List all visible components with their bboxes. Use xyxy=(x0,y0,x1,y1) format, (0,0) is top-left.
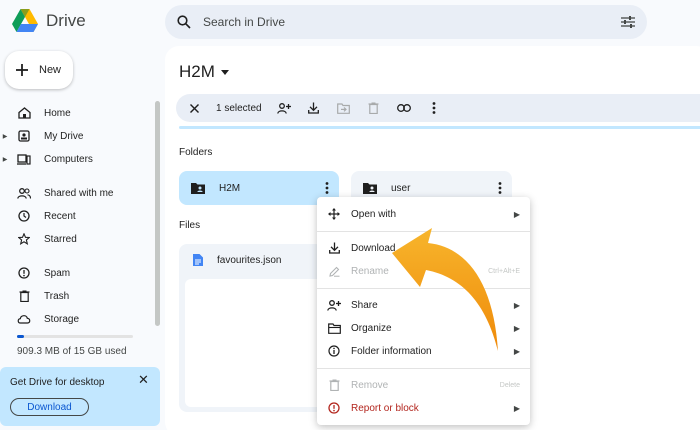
sidebar-item-label: Computers xyxy=(44,153,93,165)
sidebar-item-home[interactable]: Home xyxy=(0,102,150,124)
download-desktop-button[interactable]: Download xyxy=(10,398,89,416)
page-title[interactable]: H2M xyxy=(179,62,229,82)
share-icon[interactable] xyxy=(276,102,292,114)
selection-toolbar: 1 selected xyxy=(176,94,700,122)
trash-icon[interactable] xyxy=(366,102,382,114)
trash-icon xyxy=(16,290,32,302)
sidebar-item-label: Starred xyxy=(44,233,77,245)
close-icon[interactable]: ✕ xyxy=(138,372,149,388)
shared-folder-icon xyxy=(191,183,205,194)
expand-arrow-icon[interactable]: ▶ xyxy=(0,133,10,140)
sidebar-item-label: My Drive xyxy=(44,130,84,142)
sidebar-item-shared[interactable]: Shared with me xyxy=(0,182,150,204)
more-vert-icon[interactable] xyxy=(325,182,329,194)
sidebar-item-label: Trash xyxy=(44,290,70,302)
menu-item-shortcut: Delete xyxy=(499,381,520,389)
annotation-arrow-icon xyxy=(392,228,498,351)
star-icon xyxy=(16,233,32,245)
sidebar-item-label: Recent xyxy=(44,210,76,222)
expand-arrow-icon[interactable]: ▶ xyxy=(0,156,10,163)
home-icon xyxy=(16,107,32,119)
trash-icon xyxy=(327,379,341,391)
app-name: Drive xyxy=(46,10,86,30)
report-icon xyxy=(327,402,341,414)
close-selection-icon[interactable] xyxy=(186,103,202,113)
desktop-promo: Get Drive for desktop ✕ Download xyxy=(0,367,160,426)
spam-icon xyxy=(16,267,32,279)
clock-icon xyxy=(16,210,32,222)
search-input[interactable]: Search in Drive xyxy=(203,15,621,29)
menu-item-label: Remove xyxy=(351,379,389,391)
search-options-icon[interactable] xyxy=(621,16,635,28)
move-icon[interactable] xyxy=(336,102,352,114)
promo-title: Get Drive for desktop xyxy=(10,377,105,388)
download-icon xyxy=(327,242,341,254)
my-drive-icon xyxy=(16,130,32,142)
more-vert-icon[interactable] xyxy=(426,102,442,114)
file-card[interactable]: favourites.json xyxy=(179,244,324,412)
link-icon[interactable] xyxy=(396,104,412,112)
computers-icon xyxy=(16,153,32,165)
loading-bar xyxy=(179,126,700,129)
chevron-right-icon: ▶ xyxy=(513,300,520,310)
sidebar-item-label: Spam xyxy=(44,267,71,279)
folder-card-h2m[interactable]: H2M xyxy=(179,171,339,205)
open-with-icon xyxy=(327,208,341,220)
chevron-right-icon: ▶ xyxy=(513,403,520,413)
new-button[interactable]: New xyxy=(5,51,73,89)
chevron-right-icon: ▶ xyxy=(513,209,520,219)
organize-icon xyxy=(327,322,341,334)
sidebar-item-my-drive[interactable]: ▶ My Drive xyxy=(0,125,150,147)
menu-item-label: Report or block xyxy=(351,402,419,414)
folder-name: H2M xyxy=(219,182,241,194)
menu-divider xyxy=(317,368,530,369)
drive-logo-icon xyxy=(12,9,38,32)
sidebar-item-recent[interactable]: Recent xyxy=(0,205,150,227)
folders-heading: Folders xyxy=(179,147,213,158)
more-vert-icon[interactable] xyxy=(498,182,502,194)
drive-logo[interactable]: Drive xyxy=(12,9,86,32)
rename-icon xyxy=(327,266,341,277)
menu-item-report-or-block[interactable]: Report or block ▶ xyxy=(317,397,530,419)
sidebar-item-computers[interactable]: ▶ Computers xyxy=(0,148,150,170)
search-icon[interactable] xyxy=(177,15,191,29)
share-icon xyxy=(327,299,341,311)
sidebar-item-starred[interactable]: Starred xyxy=(0,228,150,250)
files-heading: Files xyxy=(179,220,201,231)
info-icon xyxy=(327,345,341,357)
menu-item-label: Open with xyxy=(351,208,397,220)
shared-icon xyxy=(16,187,32,199)
storage-bar-fill xyxy=(17,335,24,338)
menu-item-remove[interactable]: Remove Delete xyxy=(317,374,530,396)
sidebar-item-label: Home xyxy=(44,107,71,119)
file-header: favourites.json xyxy=(193,254,281,266)
sidebar-item-label: Shared with me xyxy=(44,187,114,199)
file-name: favourites.json xyxy=(217,254,282,266)
shared-folder-icon xyxy=(363,183,377,194)
file-thumbnail xyxy=(185,279,324,407)
plus-icon xyxy=(16,64,28,76)
storage-bar xyxy=(17,335,133,338)
sidebar-item-label: Storage xyxy=(44,313,80,325)
menu-item-open-with[interactable]: Open with ▶ xyxy=(317,203,530,225)
sidebar-item-spam[interactable]: Spam xyxy=(0,262,150,284)
sidebar-item-trash[interactable]: Trash xyxy=(0,285,150,307)
sidebar-item-storage[interactable]: Storage xyxy=(0,308,150,330)
storage-text: 909.3 MB of 15 GB used xyxy=(17,346,127,357)
selected-count: 1 selected xyxy=(216,102,262,114)
dropdown-icon xyxy=(220,69,229,75)
sidebar-scrollbar[interactable] xyxy=(155,101,160,326)
new-button-label: New xyxy=(39,64,62,76)
search-bar[interactable]: Search in Drive xyxy=(165,5,647,39)
download-icon[interactable] xyxy=(306,102,322,114)
chevron-right-icon: ▶ xyxy=(513,323,520,333)
cloud-icon xyxy=(16,314,32,324)
document-icon xyxy=(193,254,203,266)
folder-title: H2M xyxy=(179,62,215,81)
chevron-right-icon: ▶ xyxy=(513,346,520,356)
folder-name: user xyxy=(391,182,411,194)
